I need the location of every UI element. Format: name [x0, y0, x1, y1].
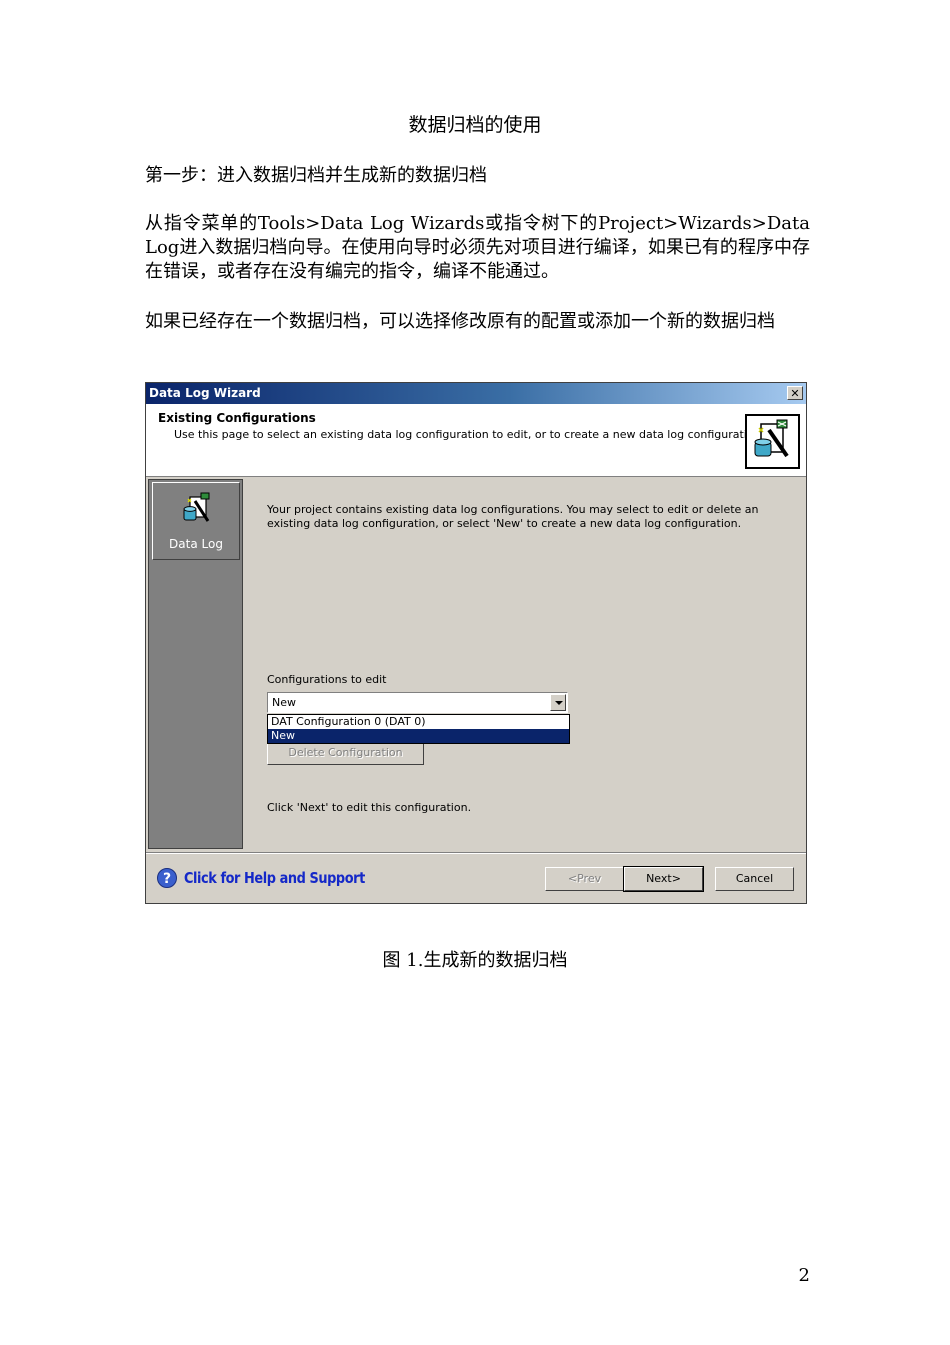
- chevron-down-icon[interactable]: [550, 694, 566, 711]
- sidebar-item-data-log[interactable]: Data Log: [152, 482, 240, 560]
- window-title: Data Log Wizard: [149, 386, 261, 400]
- existing-config-paragraph: 如果已经存在一个数据归档，可以选择修改原有的配置或添加一个新的数据归档: [145, 311, 775, 332]
- selected-value: New: [272, 696, 296, 709]
- dropdown-option-selected[interactable]: New: [268, 729, 569, 743]
- wizard-header: Existing Configurations Use this page to…: [146, 404, 806, 477]
- cancel-button[interactable]: Cancel: [715, 867, 794, 891]
- data-log-wizard-window: Data Log Wizard ✕ Existing Configuration…: [145, 382, 807, 904]
- prev-button[interactable]: <Prev: [545, 867, 624, 891]
- sidebar-item-label: Data Log: [169, 537, 223, 551]
- close-button[interactable]: ✕: [787, 386, 803, 400]
- window-titlebar[interactable]: Data Log Wizard ✕: [146, 383, 806, 404]
- footer-divider: [146, 852, 806, 854]
- data-log-icon: [180, 491, 216, 530]
- help-support-link[interactable]: Click for Help and Support: [184, 869, 365, 887]
- header-subtitle: Use this page to select an existing data…: [174, 428, 765, 441]
- delete-configuration-button[interactable]: Delete Configuration: [267, 741, 424, 765]
- document-title: 数据归档的使用: [408, 114, 542, 136]
- figure-caption: 图 1.生成新的数据归档: [382, 950, 568, 971]
- wizard-description: Your project contains existing data log …: [267, 503, 759, 530]
- step-heading: 第一步：进入数据归档并生成新的数据归档: [145, 165, 487, 186]
- data-log-icon: [745, 414, 800, 469]
- header-title: Existing Configurations: [158, 411, 316, 425]
- dropdown-option[interactable]: DAT Configuration 0 (DAT 0): [268, 715, 569, 729]
- hint-text: Click 'Next' to edit this configuration.: [267, 801, 472, 814]
- next-button[interactable]: Next>: [623, 866, 704, 892]
- help-icon[interactable]: ?: [157, 868, 177, 888]
- wizard-sidebar: Data Log: [148, 479, 243, 849]
- configurations-dropdown-list: DAT Configuration 0 (DAT 0) New: [267, 714, 570, 744]
- configurations-label: Configurations to edit: [267, 673, 387, 686]
- page-number: 2: [798, 1265, 810, 1286]
- instruction-paragraph: 从指令菜单的Tools>Data Log Wizards或指令树下的Projec…: [145, 213, 810, 282]
- configurations-select[interactable]: New: [267, 692, 568, 713]
